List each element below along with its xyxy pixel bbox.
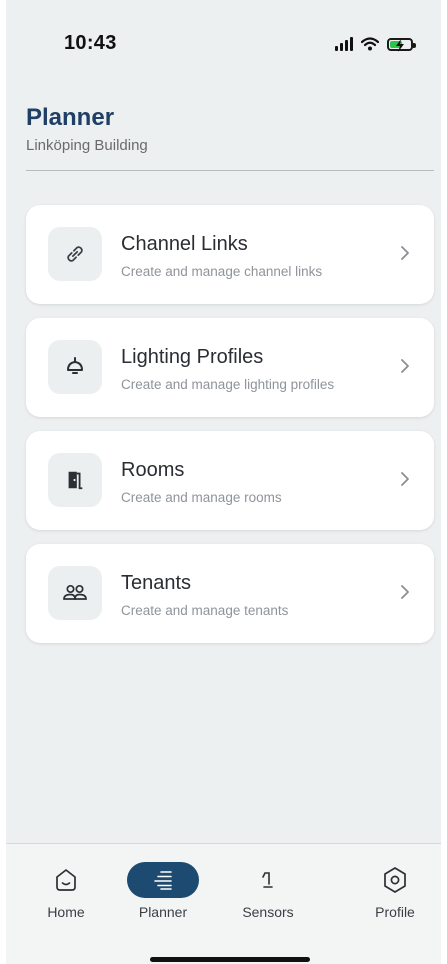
card-icon-container — [48, 227, 102, 281]
tab-planner[interactable]: Planner — [118, 860, 208, 920]
active-tab-indicator — [127, 862, 199, 898]
card-description: Create and manage rooms — [121, 490, 282, 505]
tab-sensors[interactable]: Sensors — [223, 860, 313, 920]
planner-menu: Channel Links Create and manage channel … — [26, 205, 434, 657]
tab-home[interactable]: Home — [21, 860, 111, 920]
tab-label: Planner — [138, 904, 188, 920]
card-title: Channel Links — [121, 233, 248, 255]
settings-hexagon-icon — [384, 867, 406, 893]
link-icon — [67, 246, 83, 262]
lighting-profiles-card[interactable]: Lighting Profiles Create and manage ligh… — [26, 318, 434, 417]
card-description: Create and manage tenants — [121, 603, 289, 618]
chevron-right-icon — [401, 585, 409, 599]
people-icon — [63, 584, 87, 600]
card-title: Rooms — [121, 459, 185, 481]
channel-links-card[interactable]: Channel Links Create and manage channel … — [26, 205, 434, 304]
tab-bar: Home Planner Sensors Profile — [6, 843, 441, 964]
rooms-card[interactable]: Rooms Create and manage rooms — [26, 431, 434, 530]
sensor-icon — [262, 872, 273, 888]
card-title: Tenants — [121, 572, 192, 594]
chevron-right-icon — [401, 359, 409, 373]
header-divider — [26, 170, 434, 171]
home-indicator[interactable] — [150, 957, 310, 962]
chevron-right-icon — [401, 246, 409, 260]
ceiling-lamp-icon — [67, 357, 83, 374]
card-description: Create and manage lighting profiles — [121, 377, 335, 392]
tab-profile[interactable]: Profile — [350, 860, 440, 920]
wifi-icon — [361, 37, 379, 51]
card-icon-container — [48, 566, 102, 620]
chevron-right-icon — [401, 472, 409, 486]
app-screen: 10:43 Planner Linköping Building Channel… — [6, 0, 441, 964]
card-icon-container — [48, 340, 102, 394]
tab-label: Profile — [375, 904, 415, 920]
page-title: Planner — [26, 104, 115, 131]
card-icon-container — [48, 453, 102, 507]
cellular-signal-icon — [335, 37, 353, 51]
status-icons — [335, 34, 416, 54]
tenants-card[interactable]: Tenants Create and manage tenants — [26, 544, 434, 643]
list-icon — [154, 871, 172, 890]
tab-label: Sensors — [242, 904, 294, 920]
building-name: Linköping Building — [26, 137, 148, 154]
status-time: 10:43 — [64, 32, 117, 54]
home-icon — [56, 869, 76, 891]
battery-charging-icon — [387, 37, 416, 52]
card-description: Create and manage channel links — [121, 264, 323, 279]
card-title: Lighting Profiles — [121, 346, 264, 368]
door-icon — [68, 471, 83, 490]
tab-label: Home — [47, 904, 85, 920]
